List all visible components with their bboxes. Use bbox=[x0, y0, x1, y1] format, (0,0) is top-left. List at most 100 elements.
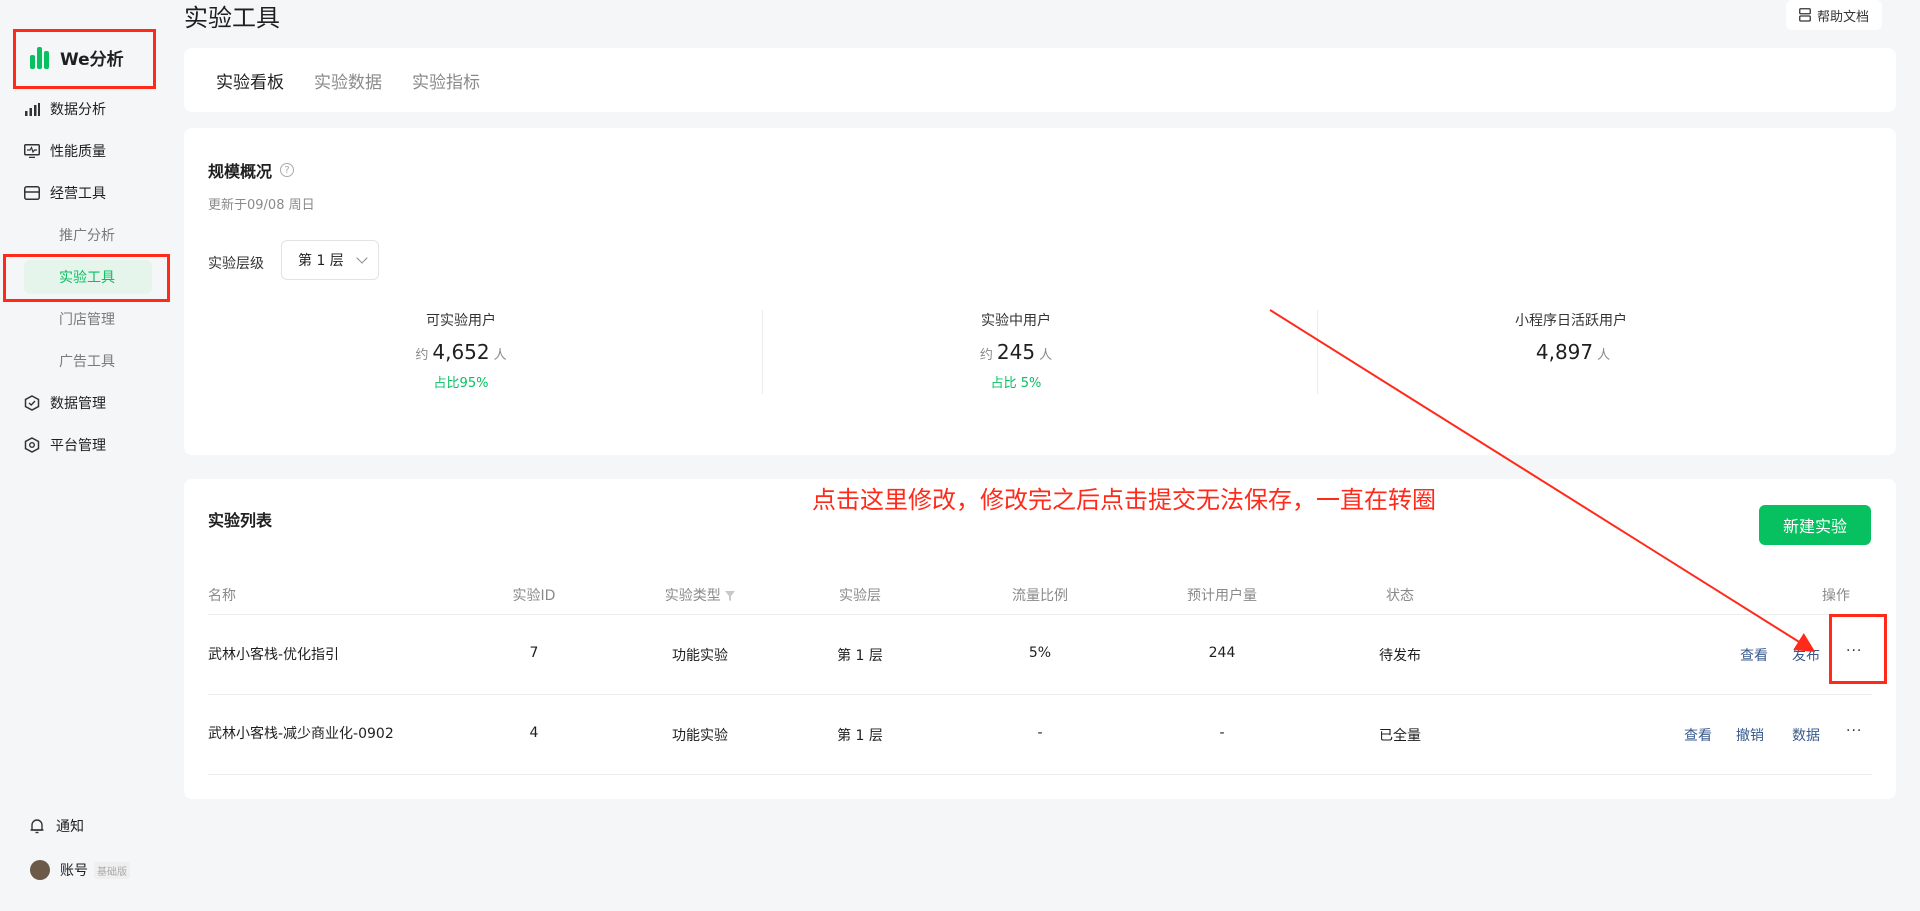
column-header-layer: 实验层 bbox=[839, 588, 881, 604]
stat-unit: 人 bbox=[493, 348, 507, 363]
stat-label: 小程序日活跃用户 bbox=[1515, 313, 1627, 329]
tab-experiment-data[interactable]: 实验数据 bbox=[314, 68, 382, 93]
column-header-name: 名称 bbox=[208, 588, 236, 604]
experiment-list-card: 实验列表 新建实验 名称 实验ID 实验类型 实验层 流量比例 预计用户量 状态… bbox=[184, 479, 1896, 799]
sidebar-item-label: 数据分析 bbox=[50, 102, 106, 118]
divider bbox=[208, 694, 1872, 695]
publish-link[interactable]: 发布 bbox=[1792, 645, 1820, 665]
sidebar-item-business-tools[interactable]: 经营工具 bbox=[24, 176, 154, 210]
tab-experiment-board[interactable]: 实验看板 bbox=[216, 68, 284, 93]
column-header-actions: 操作 bbox=[1822, 588, 1850, 604]
account-button[interactable]: 账号 基础版 bbox=[30, 860, 130, 880]
divider bbox=[208, 774, 1872, 775]
help-docs-button[interactable]: 帮助文档 bbox=[1786, 0, 1882, 30]
stat-ratio: 占比95% bbox=[433, 376, 489, 391]
sidebar-subitem-label: 广告工具 bbox=[59, 354, 115, 370]
avatar bbox=[30, 860, 50, 880]
cell-type: 功能实验 bbox=[672, 728, 728, 744]
stat-daily-active-users: 小程序日活跃用户 4,897 人 bbox=[1294, 310, 1848, 364]
column-header-traffic: 流量比例 bbox=[1012, 588, 1068, 604]
stat-value: 4,897 人 bbox=[1294, 340, 1848, 364]
account-label: 账号 bbox=[60, 863, 88, 879]
document-icon bbox=[1799, 8, 1811, 22]
cell-users: 244 bbox=[1208, 645, 1236, 661]
bar-chart-icon bbox=[24, 101, 40, 117]
more-actions-button[interactable]: ··· bbox=[1846, 723, 1862, 739]
store-icon bbox=[24, 185, 40, 201]
column-header-type-label: 实验类型 bbox=[664, 588, 721, 604]
bell-icon bbox=[30, 818, 44, 834]
cell-type: 功能实验 bbox=[672, 648, 728, 664]
sidebar-item-data-management[interactable]: 数据管理 bbox=[24, 386, 154, 420]
stat-ratio: 占比 5% bbox=[990, 376, 1042, 391]
annotation-box-logo bbox=[13, 29, 156, 89]
stat-in-experiment-users: 实验中用户 约 245 人 占比 5% bbox=[739, 310, 1293, 391]
column-header-id: 实验ID bbox=[512, 588, 556, 604]
sidebar-item-label: 性能质量 bbox=[50, 144, 106, 160]
stat-value: 约 245 人 bbox=[739, 340, 1293, 364]
overview-title: 规模概况 ? bbox=[208, 158, 295, 182]
page-title: 实验工具 bbox=[184, 4, 280, 32]
cell-status: 待发布 bbox=[1379, 648, 1421, 664]
sidebar-item-label: 平台管理 bbox=[50, 438, 106, 454]
tab-bar: 实验看板 实验数据 实验指标 bbox=[184, 48, 1896, 112]
stat-label: 可实验用户 bbox=[426, 313, 496, 329]
notification-button[interactable]: 通知 bbox=[30, 816, 84, 836]
view-link[interactable]: 查看 bbox=[1740, 645, 1768, 665]
sidebar-item-label: 数据管理 bbox=[50, 396, 106, 412]
annotation-box-more-actions bbox=[1829, 614, 1887, 684]
sidebar-item-platform-management[interactable]: 平台管理 bbox=[24, 428, 154, 462]
stat-label: 实验中用户 bbox=[981, 313, 1051, 329]
stat-prefix: 约 bbox=[979, 348, 993, 363]
overview-title-text: 规模概况 bbox=[208, 162, 273, 181]
annotation-box-experiment-tools bbox=[3, 254, 170, 302]
data-link[interactable]: 数据 bbox=[1792, 725, 1820, 745]
filter-icon[interactable] bbox=[725, 591, 736, 601]
overview-updated-time: 更新于09/08 周日 bbox=[208, 198, 315, 213]
sidebar-item-performance[interactable]: 性能质量 bbox=[24, 134, 154, 168]
divider bbox=[208, 614, 1872, 615]
help-icon[interactable]: ? bbox=[280, 163, 295, 177]
layer-select[interactable]: 第 1 层 bbox=[281, 240, 379, 280]
sidebar-subitem-ad-tools[interactable]: 广告工具 bbox=[24, 344, 152, 378]
notification-label: 通知 bbox=[56, 819, 84, 835]
cell-status: 已全量 bbox=[1379, 728, 1421, 744]
stat-available-users: 可实验用户 约 4,652 人 占比95% bbox=[184, 310, 738, 391]
tab-experiment-metrics[interactable]: 实验指标 bbox=[412, 68, 480, 93]
sidebar-subitem-promotion[interactable]: 推广分析 bbox=[24, 218, 152, 252]
stat-unit: 人 bbox=[1597, 348, 1611, 363]
revoke-link[interactable]: 撤销 bbox=[1736, 725, 1764, 745]
stat-number: 4,652 bbox=[432, 340, 490, 364]
cell-layer: 第 1 层 bbox=[837, 728, 883, 744]
cell-users: - bbox=[1219, 725, 1225, 741]
annotation-text: 点击这里修改，修改完之后点击提交无法保存，一直在转圈 bbox=[812, 486, 1436, 514]
sidebar-subitem-store-management[interactable]: 门店管理 bbox=[24, 302, 152, 336]
new-experiment-button[interactable]: 新建实验 bbox=[1759, 505, 1871, 545]
stat-number: 245 bbox=[996, 340, 1036, 364]
chevron-down-icon bbox=[356, 252, 368, 264]
sidebar-item-data-analysis[interactable]: 数据分析 bbox=[24, 92, 154, 126]
cell-traffic: - bbox=[1037, 725, 1043, 741]
layer-select-value: 第 1 层 bbox=[298, 253, 344, 269]
cell-id: 7 bbox=[529, 645, 539, 661]
column-header-users: 预计用户量 bbox=[1187, 588, 1257, 604]
cell-traffic: 5% bbox=[1028, 645, 1052, 661]
sidebar-subitem-label: 推广分析 bbox=[59, 228, 115, 244]
view-link[interactable]: 查看 bbox=[1684, 725, 1712, 745]
stat-number: 4,897 bbox=[1535, 340, 1594, 364]
scale-overview-card: 规模概况 ? 更新于09/08 周日 实验层级 第 1 层 可实验用户 约 4,6… bbox=[184, 128, 1896, 455]
sidebar: We分析 数据分析 性能质量 经营工具 推广分析 实验工具 门店管理 广告工具 … bbox=[0, 0, 172, 911]
stat-unit: 人 bbox=[1039, 348, 1053, 363]
cell-name: 武林小客栈-减少商业化-0902 bbox=[208, 726, 394, 742]
cell-name: 武林小客栈-优化指引 bbox=[208, 647, 340, 663]
layer-label: 实验层级 bbox=[208, 256, 264, 272]
settings-hexagon-icon bbox=[24, 437, 40, 453]
stat-value: 约 4,652 人 bbox=[184, 340, 738, 364]
monitor-icon bbox=[24, 143, 40, 159]
sidebar-item-label: 经营工具 bbox=[50, 186, 106, 202]
list-title: 实验列表 bbox=[208, 511, 273, 530]
help-docs-label: 帮助文档 bbox=[1816, 9, 1869, 25]
column-header-type[interactable]: 实验类型 bbox=[640, 585, 760, 605]
shield-check-icon bbox=[24, 395, 40, 411]
cell-id: 4 bbox=[529, 725, 539, 741]
